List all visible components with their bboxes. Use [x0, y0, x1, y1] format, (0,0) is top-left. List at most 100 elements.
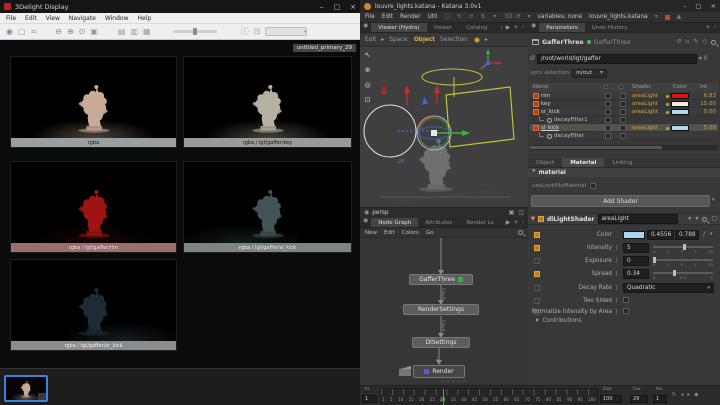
- render-tile-rim[interactable]: rgba / lgt/gaffer/rim: [10, 161, 177, 253]
- scale-tool-icon[interactable]: ⊡: [365, 96, 371, 104]
- fcurve-icon[interactable]: ʃ: [616, 271, 618, 277]
- solo-checkbox[interactable]: [620, 133, 626, 139]
- contributions-group[interactable]: ▶ Contributions: [536, 318, 581, 324]
- light-shader[interactable]: areaLight: [632, 124, 658, 132]
- menu-file[interactable]: File: [6, 15, 16, 22]
- display-mode-icon[interactable]: ◉: [6, 27, 13, 36]
- light-color-swatch[interactable]: [671, 109, 689, 115]
- circle-icon[interactable]: ◦: [521, 220, 525, 226]
- plus-icon[interactable]: +: [705, 25, 710, 31]
- chevron-down-icon[interactable]: ▾: [710, 232, 713, 237]
- light-shader[interactable]: areaLight: [632, 92, 658, 100]
- two-sided-checkbox[interactable]: [623, 297, 629, 303]
- crop-icon[interactable]: ▣: [90, 27, 98, 36]
- light-intensity[interactable]: 5.00: [696, 108, 716, 116]
- color-r-field[interactable]: 0.4556: [647, 230, 674, 240]
- normalize-checkbox[interactable]: [623, 308, 629, 314]
- viewport-3d[interactable]: 20: [360, 47, 528, 207]
- chevron-down-icon[interactable]: ▾: [712, 197, 715, 203]
- channel-select[interactable]: ▾: [265, 27, 307, 36]
- close-icon[interactable]: ×: [711, 2, 716, 10]
- light-color-swatch[interactable]: [671, 125, 689, 131]
- reset-icon[interactable]: ↺: [676, 39, 681, 45]
- ng-menu-go[interactable]: Go: [426, 230, 434, 236]
- selected-thumbnail[interactable]: [4, 375, 48, 402]
- intensity-slider[interactable]: [653, 246, 713, 248]
- toolbar-undo-icon[interactable]: ↺: [469, 14, 474, 20]
- fcurve-icon[interactable]: ʃ: [616, 309, 618, 315]
- maximize-icon[interactable]: ▢: [334, 3, 341, 11]
- exposure-field[interactable]: 0: [623, 256, 649, 266]
- menu-view[interactable]: View: [46, 15, 60, 22]
- material-section-header[interactable]: ▼ material: [528, 168, 720, 177]
- open-image-icon[interactable]: ▤: [118, 27, 126, 36]
- root-path-field[interactable]: /root/world/lgt/gaffer: [537, 54, 697, 64]
- katana-titlebar[interactable]: louvre_lights.katana - Katana 3.0v1 – ▢ …: [360, 0, 720, 12]
- info-icon[interactable]: ⓘ: [241, 26, 249, 37]
- node-gafferthree[interactable]: GafferThree: [409, 274, 473, 285]
- filter-row-decayfilter1[interactable]: decayFilter1: [530, 116, 718, 124]
- tab-parameters[interactable]: Parameters: [539, 23, 584, 32]
- expander-open-icon[interactable]: ▼: [531, 216, 535, 222]
- mute-checkbox[interactable]: [605, 93, 611, 99]
- menu-edit[interactable]: Edit: [25, 15, 37, 22]
- ng-menu-edit[interactable]: Edit: [384, 230, 395, 236]
- mute-checkbox[interactable]: [605, 133, 611, 139]
- tab-object[interactable]: Object: [528, 158, 562, 167]
- toolbar-updown-icon[interactable]: ⇅: [481, 14, 486, 20]
- variables-selector[interactable]: variables: none: [537, 14, 582, 20]
- tab-node-graph[interactable]: Node Graph: [371, 218, 418, 227]
- toolbar-flag-icon[interactable]: ✦: [492, 14, 497, 20]
- edit-icon[interactable]: ✎: [693, 39, 698, 45]
- light-color-swatch[interactable]: [671, 101, 689, 107]
- cur-field[interactable]: 29: [630, 395, 648, 403]
- panel-play-icon[interactable]: ▶: [506, 220, 511, 226]
- spread-slider[interactable]: [653, 272, 713, 274]
- in-field[interactable]: 1: [362, 395, 377, 403]
- fcurve-icon[interactable]: ʃ: [616, 245, 618, 251]
- frame-ruler[interactable]: 1510152025293540455055606570758085909510…: [380, 388, 598, 404]
- panel-menu-icon[interactable]: ◉: [360, 218, 371, 227]
- target-icon[interactable]: ◇: [702, 39, 707, 45]
- step-back-icon[interactable]: ◂: [681, 392, 684, 398]
- fcurve-icon[interactable]: ʃ: [616, 285, 618, 291]
- ng-menu-new[interactable]: New: [365, 230, 377, 236]
- hud-icon[interactable]: ▣: [509, 210, 515, 216]
- selection-color-icon[interactable]: [474, 37, 480, 43]
- space-value[interactable]: Object: [414, 37, 435, 43]
- solo-checkbox[interactable]: [620, 125, 626, 131]
- loop-icon[interactable]: ↻: [672, 392, 677, 398]
- fcurve-icon[interactable]: ʃ: [616, 298, 618, 304]
- circle-icon[interactable]: ◦: [521, 25, 525, 31]
- select-tool-icon[interactable]: ↖: [365, 51, 371, 59]
- color-swatch[interactable]: [623, 231, 645, 239]
- translate-tool-icon[interactable]: ⊕: [365, 66, 371, 74]
- tab-viewer[interactable]: Viewer: [427, 23, 460, 32]
- search-icon[interactable]: [711, 40, 716, 45]
- add-image-icon[interactable]: ▥: [130, 27, 138, 36]
- menu-edit[interactable]: Edit: [382, 14, 393, 20]
- mute-checkbox[interactable]: [605, 109, 611, 115]
- tab-undo-history[interactable]: Undo History: [585, 23, 635, 32]
- camera-name[interactable]: persp: [372, 210, 388, 216]
- light-row-rim[interactable]: rim areaLight 6.83: [530, 92, 718, 100]
- light-shader[interactable]: areaLight: [632, 108, 658, 116]
- add-shader-button[interactable]: Add Shader: [531, 195, 710, 207]
- panel-menu-icon[interactable]: ◉: [528, 23, 539, 32]
- chevron-down-icon[interactable]: ▾: [699, 56, 702, 62]
- tab-catalog[interactable]: Catalog: [459, 23, 494, 32]
- chevron-left-icon[interactable]: ‹: [500, 25, 502, 31]
- light-shader[interactable]: areaLight: [632, 100, 658, 108]
- zoom-in-icon[interactable]: ⊕: [67, 27, 74, 36]
- keyframe-icon[interactable]: ◆: [694, 392, 698, 398]
- slash-icon[interactable]: /: [703, 232, 705, 238]
- rotate-tool-icon[interactable]: ◎: [364, 81, 370, 89]
- render-tile-sr-kick[interactable]: rgba / lgt/gaffer/sr_kick: [10, 259, 177, 351]
- render-tile-key[interactable]: rgba / lgt/gaffer/key: [183, 56, 352, 148]
- scene-file-selector[interactable]: louvre_lights.katana: [589, 14, 648, 20]
- mask-icon[interactable]: ◫: [518, 210, 524, 216]
- circle-icon[interactable]: ◦: [713, 25, 717, 31]
- spread-field[interactable]: 0.34: [623, 269, 649, 279]
- maximize-icon[interactable]: ▢: [695, 2, 701, 10]
- light-intensity[interactable]: 5.00: [696, 124, 716, 132]
